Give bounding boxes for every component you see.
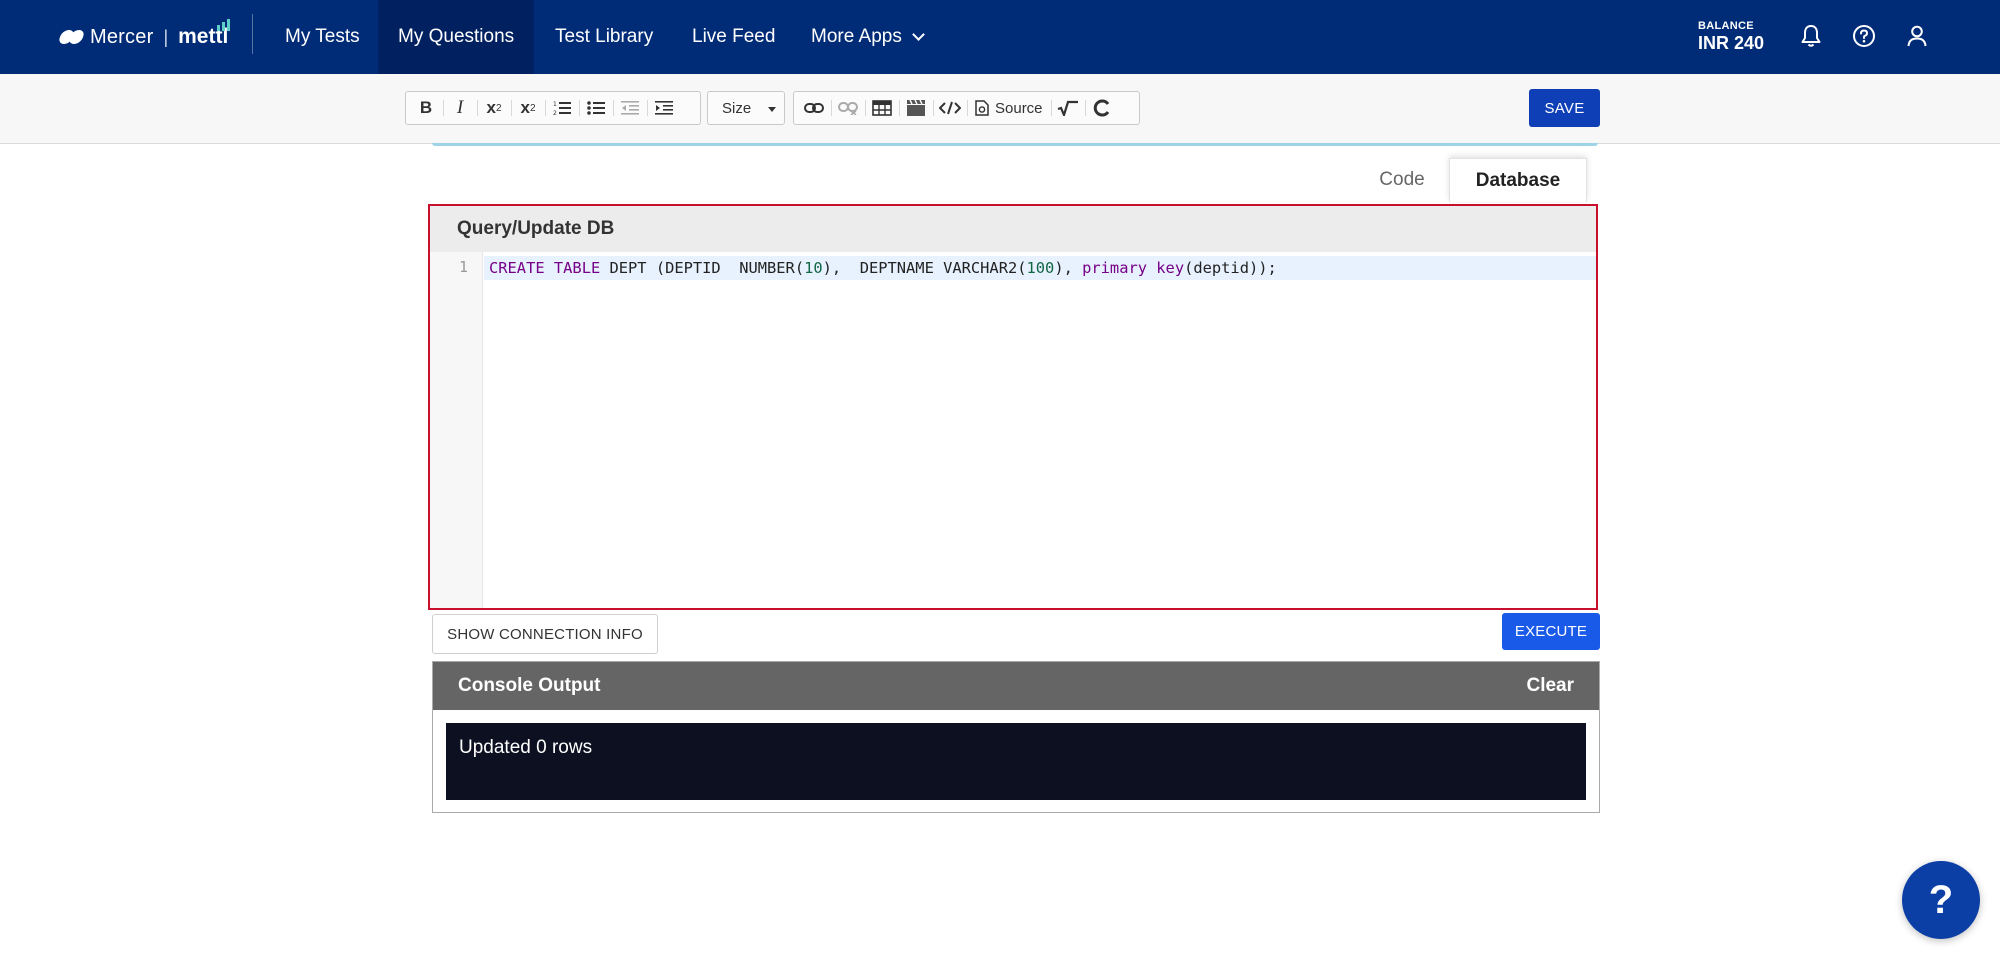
svg-text:2: 2 (553, 110, 557, 116)
source-icon (975, 100, 989, 116)
nav-my-tests[interactable]: My Tests (265, 0, 380, 74)
brand-separator: | (163, 26, 169, 47)
top-nav: Mercer | mettl My Tests My Questions Tes… (0, 0, 2000, 74)
source-label: Source (995, 99, 1043, 117)
brand-name: Mercer (90, 25, 154, 48)
editor-toolbar: B I x2 x2 12 Size Source (0, 74, 2000, 144)
line-number: 1 (458, 258, 468, 276)
format-group: B I x2 x2 12 (405, 91, 701, 125)
video-icon[interactable] (899, 93, 933, 123)
svg-text:1: 1 (553, 101, 557, 108)
outdent-icon[interactable] (613, 93, 647, 123)
console-output: Updated 0 rows (446, 723, 1586, 800)
product-name: mettl (178, 19, 231, 49)
tab-database[interactable]: Database (1449, 158, 1587, 202)
question-editor-border (432, 143, 1598, 146)
nav-my-questions[interactable]: My Questions (378, 0, 535, 74)
caret-down-icon (768, 107, 776, 112)
show-connection-info-button[interactable]: SHOW CONNECTION INFO (432, 614, 658, 654)
balance-label: BALANCE (1698, 20, 1754, 32)
link-icon[interactable] (797, 93, 831, 123)
italic-button[interactable]: I (443, 93, 477, 123)
execute-button[interactable]: EXECUTE (1502, 613, 1600, 650)
source-button[interactable]: Source (967, 93, 1051, 123)
balance-display: BALANCE INR 240 (1698, 20, 1764, 54)
mercer-logo-icon (57, 30, 86, 44)
console-header: Console Output Clear (433, 662, 1599, 710)
query-panel: Query/Update DB 1 CREATE TABLE DEPT (DEP… (428, 204, 1598, 610)
font-size-select[interactable]: Size (707, 91, 785, 125)
balance-value: INR 240 (1698, 33, 1765, 53)
subscript-icon[interactable]: x2 (511, 93, 545, 123)
help-chat-button[interactable]: ? (1902, 861, 1980, 939)
nav-live-feed[interactable]: Live Feed (672, 0, 795, 74)
superscript-icon[interactable]: x2 (477, 93, 511, 123)
bullet-list-icon[interactable] (579, 93, 613, 123)
sql-editor[interactable]: 1 CREATE TABLE DEPT (DEPTID NUMBER(10), … (430, 252, 1596, 608)
nav-more-apps[interactable]: More Apps (791, 0, 943, 74)
indent-icon[interactable] (647, 93, 681, 123)
font-size-label: Size (722, 99, 752, 117)
nav-divider (252, 14, 253, 54)
math-sqrt-icon[interactable] (1050, 93, 1085, 123)
sql-code-line[interactable]: CREATE TABLE DEPT (DEPTID NUMBER(10), DE… (489, 259, 1277, 277)
chevron-down-icon (911, 27, 925, 41)
user-icon[interactable] (1902, 21, 1932, 51)
nav-test-library[interactable]: Test Library (535, 0, 673, 74)
nav-more-apps-label: More Apps (811, 26, 902, 47)
unlink-icon[interactable] (831, 93, 865, 123)
chemistry-icon[interactable] (1084, 93, 1119, 123)
brand-logo[interactable]: Mercer | mettl (57, 19, 231, 50)
bell-icon[interactable] (1796, 21, 1826, 51)
console-clear-button[interactable]: Clear (1526, 675, 1574, 697)
table-icon[interactable] (865, 93, 899, 123)
line-gutter: 1 (430, 252, 483, 608)
bold-button[interactable]: B (409, 93, 443, 123)
insert-group: Source (793, 91, 1140, 125)
console-title: Console Output (458, 675, 601, 696)
query-panel-title: Query/Update DB (430, 206, 1596, 252)
save-button[interactable]: SAVE (1529, 89, 1600, 127)
console-output-panel: Console Output Clear Updated 0 rows (432, 661, 1600, 813)
help-circle-icon[interactable] (1849, 21, 1879, 51)
numbered-list-icon[interactable]: 12 (545, 93, 579, 123)
tab-code[interactable]: Code (1362, 160, 1442, 200)
code-icon[interactable] (933, 93, 967, 123)
